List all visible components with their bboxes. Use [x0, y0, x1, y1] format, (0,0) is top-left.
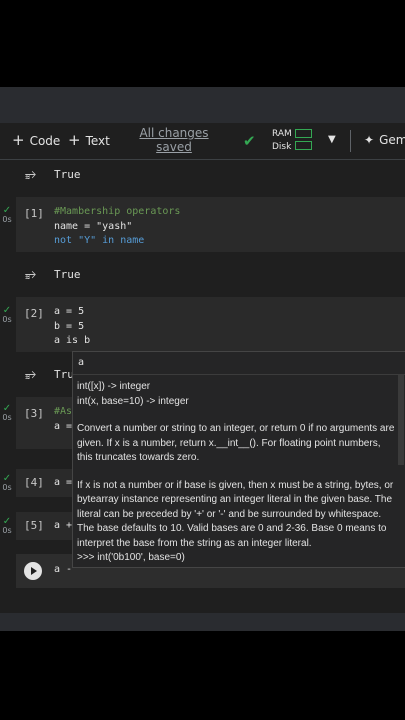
status-bar — [0, 613, 405, 631]
disk-label: Disk — [272, 142, 292, 152]
signature-line: int(x, base=10) -> integer — [77, 395, 189, 407]
code-cell[interactable]: [2] a = 5 b = 5 a is b — [16, 297, 405, 352]
code-line: #Mambership operators — [54, 206, 181, 217]
check-icon: ✓ — [2, 473, 12, 484]
exec-time: 0s — [2, 526, 12, 535]
exec-time: 0s — [2, 413, 12, 422]
exec-time: 0s — [2, 215, 12, 224]
cell-status: ✓ 0s — [0, 205, 14, 225]
checkmark-icon: ✔ — [243, 132, 256, 150]
save-status-link[interactable]: All changes saved — [139, 126, 209, 154]
output-text: True — [54, 268, 81, 281]
output-toggle-icon[interactable]: ⥵ — [25, 366, 36, 382]
code-line: a = — [54, 477, 73, 488]
plus-icon: + — [68, 131, 81, 149]
code-editor[interactable]: a + — [54, 519, 72, 534]
code-line: a - — [54, 564, 73, 575]
doc-paragraph: If x is not a number or if base is given… — [77, 479, 394, 549]
code-editor[interactable]: a = — [54, 476, 72, 491]
code-editor[interactable]: #Mambership operators name = "yash" not … — [54, 205, 180, 249]
code-editor[interactable]: a - — [54, 563, 72, 578]
tooltip-title: a — [73, 352, 405, 375]
code-line: a = 5 — [54, 306, 85, 317]
cell-status: ✓ 0s — [0, 473, 14, 493]
signature-tooltip: a int([x]) -> integer int(x, base=10) ->… — [72, 351, 405, 568]
check-icon: ✓ — [2, 403, 12, 414]
code-cell[interactable]: [1] #Mambership operators name = "yash" … — [16, 197, 405, 252]
exec-time: 0s — [2, 483, 12, 492]
code-line: b = 5 — [54, 320, 85, 332]
toolbar: + Code + Text All changes saved ✔ RAM Di… — [0, 124, 405, 160]
add-code-label: Code — [29, 133, 61, 148]
code-line: a = — [54, 420, 73, 432]
doc-example: >>> int('0b100', base=0) — [77, 552, 185, 563]
ram-bar — [295, 129, 312, 138]
code-line: a is b — [54, 335, 91, 346]
resource-bars — [295, 129, 312, 153]
exec-time: 0s — [2, 315, 12, 324]
doc-paragraph: Convert a number or string to an integer… — [77, 423, 395, 463]
cell-status: ✓ 0s — [0, 516, 14, 536]
add-code-button[interactable]: + Code — [12, 133, 60, 148]
code-line: not "Y" in name — [54, 235, 145, 246]
resource-monitor[interactable]: RAM Disk — [272, 128, 292, 154]
colab-app: + Code + Text All changes saved ✔ RAM Di… — [0, 87, 405, 631]
cell-output: ⥵ True — [16, 260, 405, 286]
add-text-button[interactable]: + Text — [68, 133, 110, 148]
disk-bar — [295, 141, 312, 150]
divider — [350, 130, 351, 152]
code-editor[interactable]: #As a = — [54, 405, 72, 434]
check-icon: ✓ — [2, 516, 12, 527]
cell-output: ⥵ True — [16, 160, 405, 186]
output-text: Tru — [54, 368, 74, 381]
plus-icon: + — [12, 131, 25, 149]
tooltip-body: int([x]) -> integer int(x, base=10) -> i… — [73, 375, 405, 566]
output-toggle-icon[interactable]: ⥵ — [25, 266, 36, 282]
exec-count: [2] — [24, 307, 44, 320]
exec-count: [1] — [24, 207, 44, 220]
code-editor[interactable]: a = 5 b = 5 a is b — [54, 305, 90, 349]
chevron-down-icon[interactable]: ▼ — [328, 134, 336, 145]
check-icon: ✓ — [2, 205, 12, 216]
run-cell-button[interactable] — [24, 562, 42, 580]
output-toggle-icon[interactable]: ⥵ — [25, 166, 36, 182]
code-line: a + — [54, 520, 73, 531]
cell-status: ✓ 0s — [0, 305, 14, 325]
gemini-button[interactable]: ✦ Gem — [364, 133, 405, 147]
code-line: name = "yash" — [54, 220, 133, 232]
signature-line: int([x]) -> integer — [77, 381, 151, 392]
exec-count: [3] — [24, 407, 44, 420]
exec-count: [4] — [24, 476, 44, 489]
check-icon: ✓ — [2, 305, 12, 316]
exec-count: [5] — [24, 519, 44, 532]
sparkle-icon: ✦ — [364, 133, 375, 147]
tooltip-scrollbar[interactable] — [398, 375, 404, 465]
ram-label: RAM — [272, 129, 292, 139]
code-line: #As — [54, 406, 73, 417]
output-text: True — [54, 168, 81, 181]
top-bar — [0, 87, 405, 123]
save-status-line1: All changes — [139, 126, 209, 140]
add-text-label: Text — [85, 133, 110, 148]
save-status-line2: saved — [156, 140, 192, 154]
cell-status: ✓ 0s — [0, 403, 14, 423]
gemini-label: Gem — [379, 133, 405, 147]
